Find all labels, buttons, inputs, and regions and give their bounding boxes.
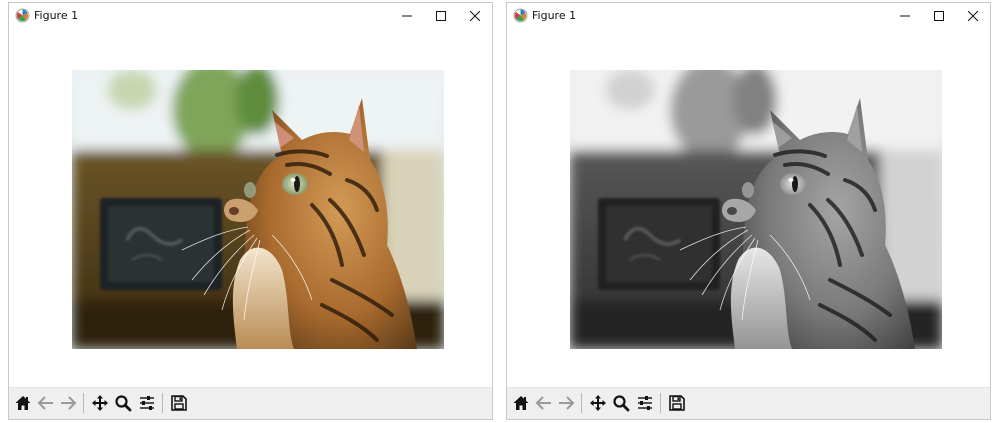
zoom-icon <box>613 395 630 412</box>
back-button[interactable] <box>35 392 57 414</box>
minimize-icon <box>402 15 412 17</box>
save-icon <box>171 395 187 411</box>
pan-button[interactable] <box>587 392 609 414</box>
figure-canvas[interactable] <box>507 29 990 389</box>
save-icon <box>669 395 685 411</box>
home-button[interactable] <box>12 392 34 414</box>
title-bar[interactable]: Figure 1 <box>9 3 492 29</box>
title-bar[interactable]: Figure 1 <box>507 3 990 29</box>
minimize-icon <box>900 15 910 17</box>
close-icon <box>968 11 978 21</box>
save-button[interactable] <box>666 392 688 414</box>
minimize-button[interactable] <box>890 4 920 28</box>
back-button[interactable] <box>533 392 555 414</box>
zoom-button[interactable] <box>112 392 134 414</box>
figure-window-grayscale: Figure 1 <box>506 2 991 420</box>
navigation-toolbar <box>507 387 990 419</box>
close-button[interactable] <box>460 4 490 28</box>
maximize-button[interactable] <box>426 4 456 28</box>
toolbar-separator <box>581 393 582 413</box>
close-button[interactable] <box>958 4 988 28</box>
matplotlib-logo-icon <box>513 8 528 23</box>
toolbar-separator <box>83 393 84 413</box>
zoom-button[interactable] <box>610 392 632 414</box>
figure-window-color: Figure 1 <box>8 2 493 420</box>
configure-subplots-button[interactable] <box>136 392 158 414</box>
forward-arrow-icon <box>61 396 77 410</box>
window-title: Figure 1 <box>532 9 577 22</box>
configure-subplots-icon <box>140 396 154 410</box>
pan-button[interactable] <box>89 392 111 414</box>
configure-subplots-button[interactable] <box>634 392 656 414</box>
zoom-icon <box>115 395 132 412</box>
back-arrow-icon <box>535 396 551 410</box>
figure-canvas[interactable] <box>9 29 492 389</box>
toolbar-separator <box>660 393 661 413</box>
forward-button[interactable] <box>57 392 79 414</box>
pan-icon <box>92 395 108 411</box>
forward-button[interactable] <box>555 392 577 414</box>
pan-icon <box>590 395 606 411</box>
back-arrow-icon <box>37 396 53 410</box>
save-button[interactable] <box>168 392 190 414</box>
home-button[interactable] <box>510 392 532 414</box>
maximize-icon <box>934 11 944 21</box>
matplotlib-logo-icon <box>15 8 30 23</box>
configure-subplots-icon <box>638 396 652 410</box>
minimize-button[interactable] <box>392 4 422 28</box>
home-icon <box>513 396 529 410</box>
cat-image-color <box>72 70 444 349</box>
cat-image-grayscale <box>570 70 942 349</box>
forward-arrow-icon <box>559 396 575 410</box>
maximize-icon <box>436 11 446 21</box>
navigation-toolbar <box>9 387 492 419</box>
home-icon <box>15 396 31 410</box>
window-title: Figure 1 <box>34 9 79 22</box>
close-icon <box>470 11 480 21</box>
maximize-button[interactable] <box>924 4 954 28</box>
toolbar-separator <box>162 393 163 413</box>
